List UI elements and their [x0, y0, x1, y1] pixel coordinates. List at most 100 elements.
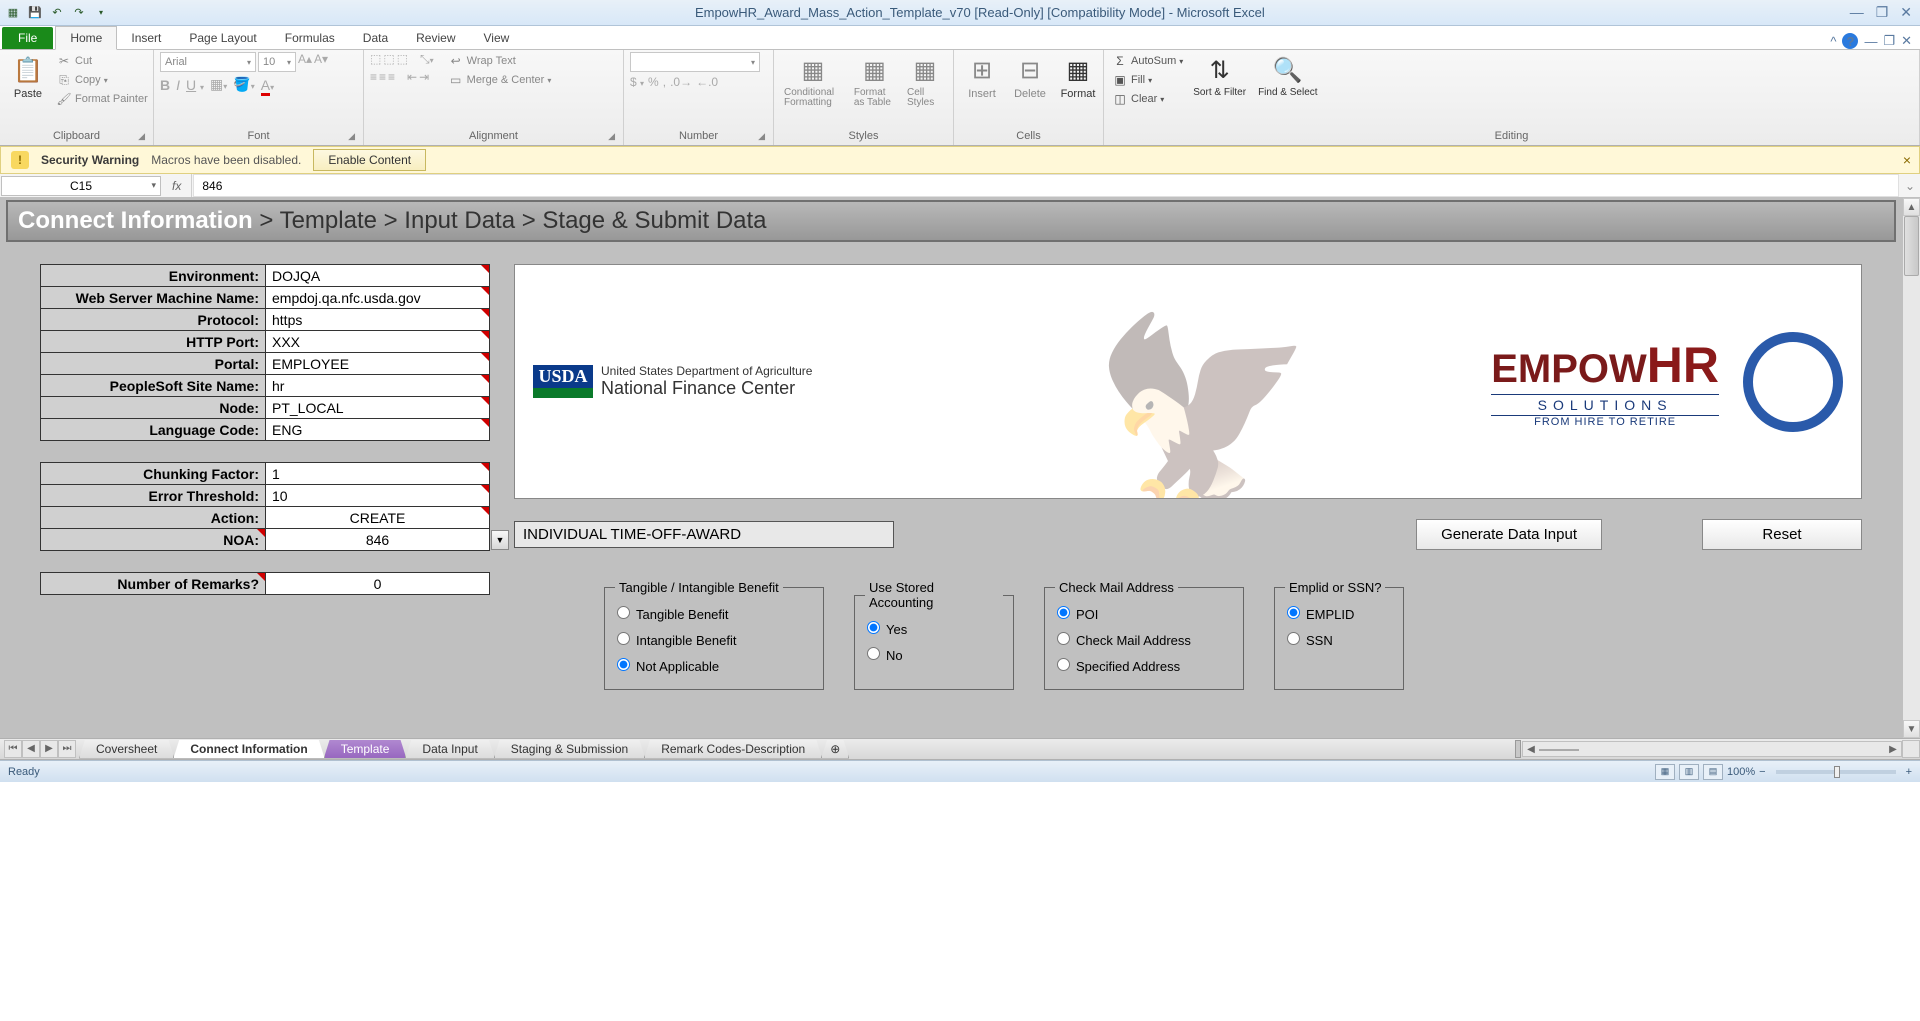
noa-cell[interactable]: 846▼ [266, 529, 490, 551]
close-icon[interactable]: ✕ [1900, 4, 1912, 21]
align-top-icon[interactable]: ⬚ [370, 52, 381, 67]
radio-intangible[interactable]: Intangible Benefit [615, 627, 813, 653]
radio-no[interactable]: No [865, 642, 1003, 668]
dialog-launcher-icon[interactable]: ◢ [138, 131, 145, 142]
format-cells-button[interactable]: ▦Format [1056, 52, 1100, 102]
split-box[interactable] [1902, 740, 1920, 758]
fx-label[interactable]: fx [162, 174, 192, 197]
file-tab[interactable]: File [2, 27, 53, 49]
scroll-left-icon[interactable]: ◀ [1523, 744, 1539, 755]
indent-dec-icon[interactable]: ⇤ [407, 70, 417, 84]
ribbon-min-icon[interactable]: ^ [1830, 34, 1836, 49]
dialog-launcher-icon[interactable]: ◢ [758, 131, 765, 142]
paste-button[interactable]: 📋Paste [6, 52, 50, 102]
dropdown-icon[interactable]: ▼ [491, 530, 509, 550]
tab-page-layout[interactable]: Page Layout [175, 27, 270, 49]
horizontal-scrollbar[interactable]: ◀ ▶ [1522, 741, 1902, 757]
tab-split-handle[interactable] [1515, 740, 1521, 758]
grow-font-icon[interactable]: A▴ [298, 52, 312, 72]
format-painter-button[interactable]: 🖌Format Painter [54, 90, 150, 108]
align-center-icon[interactable]: ≡ [379, 70, 386, 84]
border-button[interactable]: ▦▾ [210, 76, 227, 93]
webserver-cell[interactable]: empdoj.qa.nfc.usda.gov [266, 287, 490, 309]
first-sheet-icon[interactable]: ⏮ [4, 740, 22, 758]
tab-review[interactable]: Review [402, 27, 469, 49]
window-close-icon[interactable]: ✕ [1901, 33, 1912, 49]
zoom-slider[interactable] [1776, 770, 1896, 774]
sort-filter-button[interactable]: ⇅Sort & Filter [1189, 52, 1250, 100]
last-sheet-icon[interactable]: ⏭ [58, 740, 76, 758]
formula-input[interactable]: 846 [193, 174, 1899, 197]
sheet-tab-template[interactable]: Template [324, 740, 407, 759]
normal-view-icon[interactable]: ▦ [1655, 764, 1675, 780]
inc-decimal-icon[interactable]: .0→ [670, 75, 692, 89]
radio-check-mail[interactable]: Check Mail Address [1055, 627, 1233, 653]
zoom-in-icon[interactable]: + [1906, 766, 1912, 778]
chevron-down-icon[interactable]: ▾ [151, 180, 156, 191]
sheet-tab-data-input[interactable]: Data Input [405, 740, 494, 759]
font-color-button[interactable]: A▾ [261, 77, 274, 93]
save-icon[interactable]: 💾 [26, 4, 44, 22]
sheet-tab-coversheet[interactable]: Coversheet [79, 740, 174, 759]
page-break-view-icon[interactable]: ▤ [1703, 764, 1723, 780]
format-as-table-button[interactable]: ▦Format as Table [850, 52, 899, 110]
action-cell[interactable]: CREATE [266, 507, 490, 529]
scroll-down-icon[interactable]: ▼ [1903, 720, 1920, 738]
radio-yes[interactable]: Yes [865, 616, 1003, 642]
percent-button[interactable]: % [648, 75, 659, 89]
align-middle-icon[interactable]: ⬚ [383, 52, 394, 67]
dialog-launcher-icon[interactable]: ◢ [608, 131, 615, 142]
sitename-cell[interactable]: hr [266, 375, 490, 397]
fill-color-button[interactable]: 🪣▾ [233, 76, 254, 93]
expand-formula-icon[interactable]: ⌄ [1900, 179, 1920, 193]
enable-content-button[interactable]: Enable Content [313, 149, 426, 171]
chunking-cell[interactable]: 1 [266, 463, 490, 485]
tab-data[interactable]: Data [349, 27, 402, 49]
qat-dropdown-icon[interactable]: ▾ [92, 4, 110, 22]
find-select-button[interactable]: 🔍Find & Select [1254, 52, 1321, 100]
font-size-combo[interactable]: 10▾ [258, 52, 296, 72]
wrap-text-button[interactable]: ↩Wrap Text [446, 52, 554, 70]
delete-cells-button[interactable]: ⊟Delete [1008, 52, 1052, 102]
cut-button[interactable]: ✂Cut [54, 52, 150, 70]
italic-button[interactable]: I [176, 77, 180, 93]
sheet-tab-connect[interactable]: Connect Information [173, 740, 324, 759]
tab-formulas[interactable]: Formulas [271, 27, 349, 49]
window-restore-icon[interactable]: ❐ [1883, 33, 1895, 49]
zoom-out-icon[interactable]: − [1759, 766, 1765, 778]
name-box[interactable]: C15▾ [1, 176, 161, 196]
indent-inc-icon[interactable]: ⇥ [419, 70, 429, 84]
undo-icon[interactable]: ↶ [48, 4, 66, 22]
align-bottom-icon[interactable]: ⬚ [397, 52, 408, 67]
font-name-combo[interactable]: Arial▾ [160, 52, 256, 72]
radio-specified[interactable]: Specified Address [1055, 653, 1233, 679]
minimize-icon[interactable]: — [1850, 4, 1864, 21]
reset-button[interactable]: Reset [1702, 519, 1862, 550]
radio-tangible[interactable]: Tangible Benefit [615, 601, 813, 627]
radio-poi[interactable]: POI [1055, 601, 1233, 627]
insert-cells-button[interactable]: ⊞Insert [960, 52, 1004, 102]
number-format-combo[interactable]: ▾ [630, 52, 760, 72]
tab-insert[interactable]: Insert [117, 27, 175, 49]
generate-button[interactable]: Generate Data Input [1416, 519, 1602, 550]
portal-cell[interactable]: EMPLOYEE [266, 353, 490, 375]
close-bar-icon[interactable]: × [1903, 152, 1911, 168]
window-min-icon[interactable]: — [1864, 34, 1877, 49]
next-sheet-icon[interactable]: ▶ [40, 740, 58, 758]
fill-button[interactable]: ▣Fill ▾ [1110, 71, 1185, 89]
dec-decimal-icon[interactable]: ←.0 [696, 75, 718, 89]
port-cell[interactable]: XXX [266, 331, 490, 353]
dialog-launcher-icon[interactable]: ◢ [348, 131, 355, 142]
environment-cell[interactable]: DOJQA [266, 265, 490, 287]
language-cell[interactable]: ENG [266, 419, 490, 441]
align-right-icon[interactable]: ≡ [388, 70, 395, 84]
bold-button[interactable]: B [160, 77, 170, 93]
radio-emplid[interactable]: EMPLID [1285, 601, 1393, 627]
new-sheet-icon[interactable]: ⊕ [821, 740, 849, 759]
accounting-button[interactable]: $ ▾ [630, 75, 644, 89]
clear-button[interactable]: ◫Clear ▾ [1110, 90, 1185, 108]
cell-styles-button[interactable]: ▦Cell Styles [903, 52, 947, 110]
prev-sheet-icon[interactable]: ◀ [22, 740, 40, 758]
vertical-scrollbar[interactable]: ▲ ▼ [1902, 198, 1920, 738]
conditional-formatting-button[interactable]: ▦Conditional Formatting [780, 52, 846, 110]
